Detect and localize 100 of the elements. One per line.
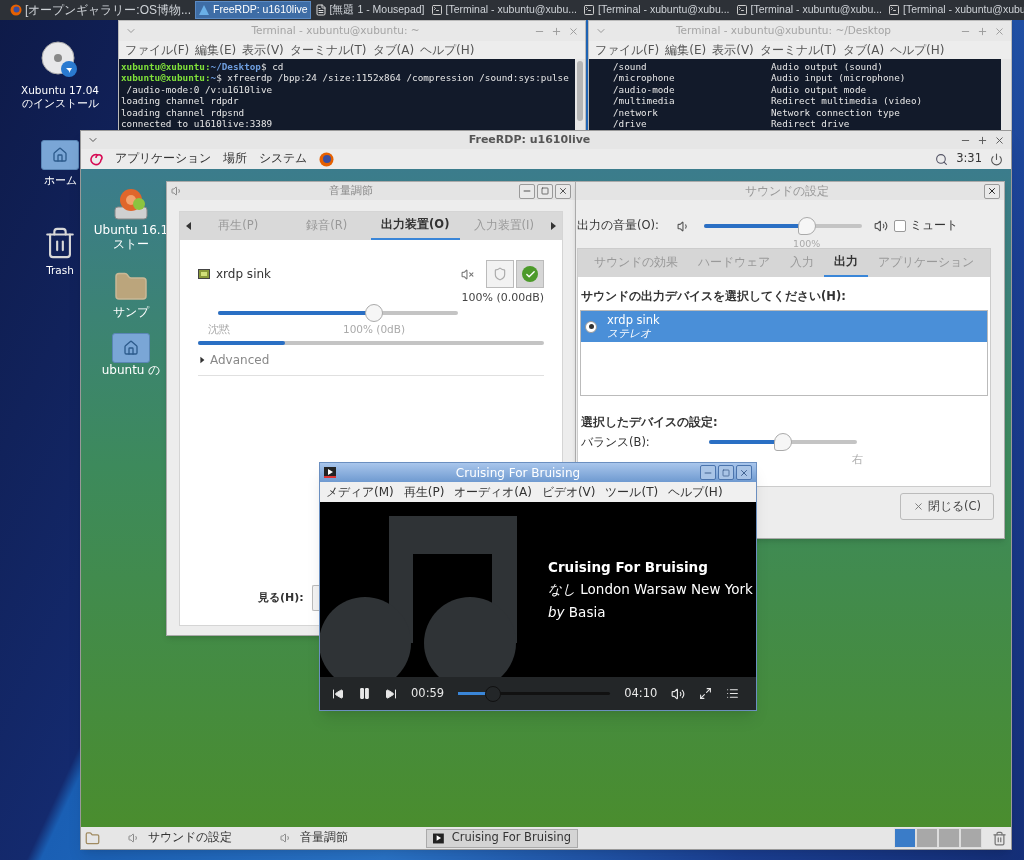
icon-label[interactable]: Trash (46, 264, 74, 277)
shield-icon (493, 267, 507, 281)
icon-label[interactable]: ストー (113, 237, 149, 251)
option-name: /drive (613, 118, 648, 130)
taskbar-button[interactable]: サウンドの設定 (122, 828, 274, 848)
menu-item[interactable]: ターミナル(T) (759, 41, 837, 59)
slider-thumb[interactable] (797, 217, 816, 235)
menu-item[interactable]: ビデオ(V) (541, 483, 596, 501)
mute-checkbox[interactable]: ミュート (894, 217, 958, 235)
taskbar-button[interactable]: [Terminal - xubuntu@xubu... (428, 1, 579, 19)
output-line: loading channel rdpsnd (121, 106, 245, 119)
section-heading: 選択したデバイスの設定: (581, 414, 719, 432)
icon-label[interactable]: ホーム (43, 174, 77, 187)
seek-thumb[interactable] (485, 685, 502, 702)
taskbar-button[interactable]: [無題 1 - Mousepad] (312, 1, 427, 19)
playlist-button[interactable] (726, 687, 740, 700)
menu-item[interactable]: タブ(A) (372, 41, 415, 59)
close-button[interactable]: 閉じる(C) (900, 493, 994, 520)
volume-button[interactable] (671, 686, 686, 701)
prompt-user: xubuntu@xubuntu: (121, 61, 211, 73)
workspace-button[interactable] (916, 828, 938, 848)
device-profile: ステレオ (607, 326, 652, 340)
menu-item[interactable]: ヘルプ(H) (890, 41, 945, 59)
menu-item[interactable]: 表示(V) (712, 41, 754, 59)
speaker-high-icon (874, 219, 888, 233)
menu-item[interactable]: ヘルプ(H) (420, 41, 475, 59)
installer-icon (112, 187, 150, 223)
option-description: Audio output (sound) (771, 61, 884, 73)
window-title: 音量調節 (328, 182, 374, 199)
menu-item[interactable]: オーディオ(A) (454, 483, 532, 501)
panel-menu[interactable]: 場所 (223, 150, 247, 168)
menu-item[interactable]: 編集(E) (665, 41, 707, 59)
track-album: なし London Warsaw New York (548, 580, 753, 600)
lock-channels-toggle[interactable] (516, 260, 544, 288)
menu-item[interactable]: メディア(M) (326, 483, 394, 501)
icon-label[interactable]: ubuntu の (101, 363, 161, 377)
menu-item[interactable]: ファイル(F) (125, 41, 190, 59)
menu-item[interactable]: ヘルプ(H) (668, 483, 723, 501)
taskbar-button[interactable]: FreeRDP: u1610live (195, 1, 311, 19)
menu-item[interactable]: ファイル(F) (595, 41, 660, 59)
video-player-icon (433, 832, 444, 844)
fullscreen-button[interactable] (699, 687, 713, 700)
scroll-left-icon[interactable] (184, 221, 194, 231)
output-line: connected to u1610live:3389 (121, 118, 273, 130)
menu-item[interactable]: ツール(T) (605, 483, 659, 501)
icon-label[interactable]: Ubuntu 16.1 (93, 223, 169, 237)
disc-icon (40, 40, 80, 80)
close-icon[interactable] (568, 25, 579, 37)
maximize-icon[interactable] (551, 25, 562, 37)
minimize-button[interactable] (519, 183, 535, 199)
minimize-button[interactable] (700, 465, 716, 480)
taskbar-button[interactable]: 音量調節 (274, 828, 426, 848)
document-icon (314, 4, 327, 16)
icon-label[interactable]: Xubuntu 17.04 のインストール (18, 84, 102, 110)
workspace-button[interactable] (938, 828, 960, 848)
taskbar-button[interactable]: Cruising For Bruising (426, 828, 578, 848)
radio-button[interactable] (585, 320, 597, 333)
menu-item[interactable]: ターミナル(T) (289, 41, 367, 59)
maximize-button[interactable] (718, 465, 734, 480)
advanced-expander[interactable]: Advanced (198, 350, 270, 369)
slider-thumb[interactable] (774, 432, 792, 451)
panel-menu[interactable]: アプリケーション (115, 150, 211, 168)
close-button[interactable] (984, 183, 1000, 199)
panel-menu[interactable]: システム (259, 150, 307, 168)
scroll-right-icon[interactable] (548, 221, 558, 231)
maximize-icon (541, 187, 549, 195)
pause-button[interactable] (358, 687, 371, 700)
taskbar-button[interactable]: [オープンギャラリー:OS博物... (8, 1, 193, 19)
show-desktop-button[interactable] (85, 830, 100, 846)
prompt-user: xubuntu@xubuntu: (121, 72, 211, 84)
trash-icon[interactable] (992, 830, 1007, 846)
option-name: /microphone (613, 72, 676, 84)
next-button[interactable] (385, 687, 397, 700)
track-artist: by Basia (548, 602, 607, 622)
maximize-icon[interactable] (977, 25, 988, 37)
menu-item[interactable]: 表示(V) (242, 41, 284, 59)
menu-item[interactable]: 再生(P) (403, 483, 445, 501)
close-button[interactable] (555, 183, 571, 199)
mute-toggle[interactable] (486, 260, 514, 288)
tab[interactable]: 出力装置(O) (371, 212, 460, 240)
globe-icon (10, 4, 22, 16)
tab[interactable]: 出力 (824, 249, 868, 277)
maximize-icon[interactable] (977, 134, 988, 146)
power-icon[interactable] (990, 152, 1003, 166)
search-icon[interactable] (935, 152, 949, 166)
workspace-button[interactable] (960, 828, 982, 848)
close-icon[interactable] (994, 134, 1005, 146)
globe-icon[interactable] (319, 151, 334, 167)
menu-item[interactable]: 編集(E) (195, 41, 237, 59)
icon-label[interactable]: サンプ (113, 305, 149, 319)
close-icon[interactable] (994, 25, 1005, 37)
previous-button[interactable] (332, 687, 344, 700)
terminal-icon (430, 4, 443, 16)
swirl-logo-icon[interactable] (89, 152, 103, 166)
slider-thumb[interactable] (365, 303, 383, 322)
workspace-button[interactable] (894, 828, 916, 848)
menu-item[interactable]: タブ(A) (842, 41, 885, 59)
taskbar-button[interactable]: [Terminal - xubuntu@xubu... (581, 1, 732, 19)
command-text: $ xfreerdp /bpp:24 /size:1152x864 /compression /sound:sys:pulse (216, 72, 569, 84)
taskbar-button[interactable]: [Terminal - xubuntu@xubu... (733, 1, 884, 19)
